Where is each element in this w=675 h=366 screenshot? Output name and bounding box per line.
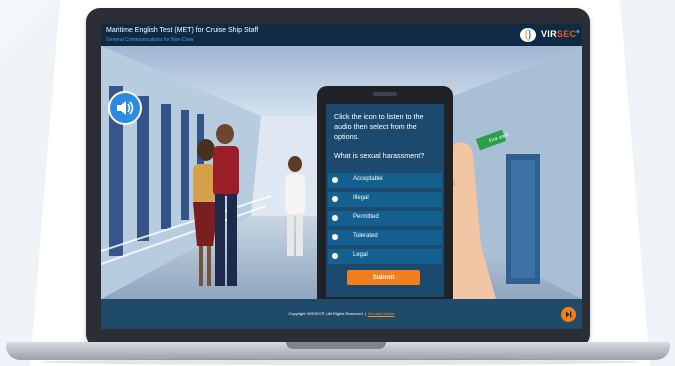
option-legal[interactable]: Legal (328, 249, 442, 264)
laptop-screen: Maritime English Test (MET) for Cruise S… (101, 24, 582, 329)
option-acceptable[interactable]: Acceptable (328, 173, 442, 188)
ship-corridor-scene: Fire exit Click the icon to listen to th… (101, 46, 582, 318)
laptop-hinge (286, 342, 386, 349)
speaker-icon (117, 101, 134, 115)
option-label: Acceptable (353, 176, 383, 182)
radio-icon[interactable] (332, 253, 338, 259)
logo-text: VIRSEC® (541, 29, 580, 39)
course-subtitle: General Communications for Non-Crew (106, 37, 194, 43)
radio-icon[interactable] (332, 215, 338, 221)
submit-button[interactable]: Submit (347, 270, 420, 285)
course-title: Maritime English Test (MET) for Cruise S… (106, 27, 259, 34)
course-header: Maritime English Test (MET) for Cruise S… (101, 24, 582, 46)
audio-play-button[interactable] (108, 91, 142, 125)
copyright-text: Copyright VIRSEC® | All Rights Reserved |… (101, 311, 582, 316)
option-illegal[interactable]: Illegal (328, 192, 442, 207)
option-label: Tolerated (353, 233, 378, 239)
virsec-logo: VIRSEC® (519, 27, 579, 43)
option-tolerated[interactable]: Tolerated (328, 230, 442, 245)
option-permitted[interactable]: Permitted (328, 211, 442, 226)
security-notice-link[interactable]: Security Notice (368, 311, 395, 316)
option-label: Illegal (353, 195, 369, 201)
radio-icon[interactable] (332, 234, 338, 240)
question-card: Click the icon to listen to the audio th… (326, 104, 444, 297)
footer-separator: | (364, 311, 366, 316)
course-footer: Copyright VIRSEC® | All Rights Reserved |… (101, 299, 582, 329)
option-label: Legal (353, 252, 368, 258)
radio-icon[interactable] (332, 177, 338, 183)
virsec-logo-mark (520, 28, 536, 42)
next-button[interactable] (561, 307, 576, 322)
smartphone: Click the icon to listen to the audio th… (317, 86, 453, 318)
question-instruction: Click the icon to listen to the audio th… (334, 112, 424, 141)
phone-speaker (373, 92, 397, 96)
question-prompt: What is sexual harassment? (334, 151, 425, 160)
radio-icon[interactable] (332, 196, 338, 202)
couple-figures (193, 124, 239, 286)
option-label: Permitted (353, 214, 379, 220)
laptop-shadow (40, 359, 640, 365)
skip-next-icon (566, 311, 572, 318)
copyright-label: Copyright VIRSEC® | All Rights Reserved (288, 311, 363, 316)
